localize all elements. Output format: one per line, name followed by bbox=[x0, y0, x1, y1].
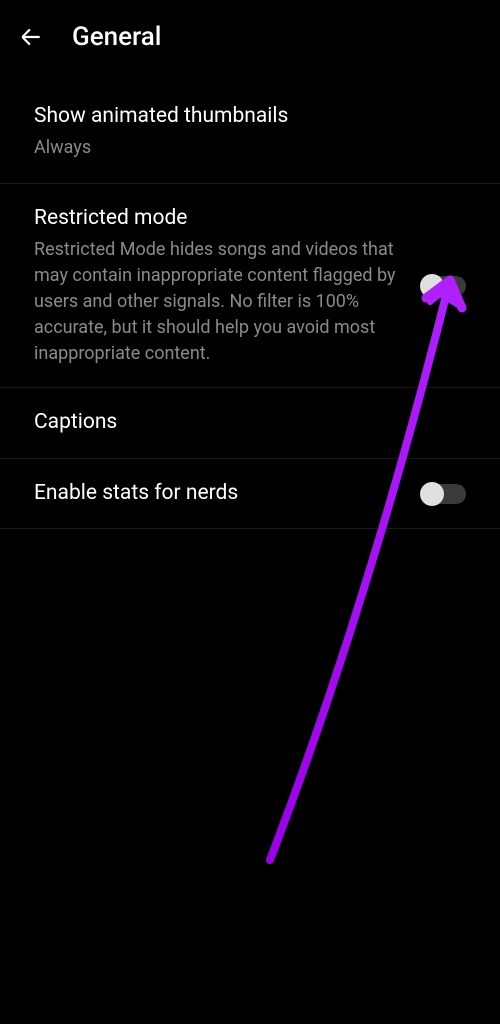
setting-description: Restricted Mode hides songs and videos t… bbox=[34, 237, 402, 367]
setting-captions[interactable]: Captions bbox=[0, 388, 500, 458]
setting-content: Captions bbox=[34, 408, 466, 437]
header: General bbox=[0, 0, 500, 74]
setting-animated-thumbnails[interactable]: Show animated thumbnails Always bbox=[0, 74, 500, 184]
back-icon[interactable] bbox=[18, 24, 44, 50]
settings-list: Show animated thumbnails Always Restrict… bbox=[0, 74, 500, 529]
setting-content: Show animated thumbnails Always bbox=[34, 102, 466, 161]
setting-content: Enable stats for nerds bbox=[34, 479, 422, 508]
restricted-mode-toggle[interactable] bbox=[422, 276, 466, 296]
setting-content: Restricted mode Restricted Mode hides so… bbox=[34, 204, 422, 368]
setting-restricted-mode[interactable]: Restricted mode Restricted Mode hides so… bbox=[0, 184, 500, 389]
setting-title: Restricted mode bbox=[34, 204, 402, 233]
toggle-thumb bbox=[420, 482, 444, 506]
stats-for-nerds-toggle[interactable] bbox=[422, 484, 466, 504]
setting-stats-for-nerds[interactable]: Enable stats for nerds bbox=[0, 459, 500, 529]
setting-subtitle: Always bbox=[34, 135, 446, 160]
page-title: General bbox=[72, 22, 161, 52]
setting-title: Enable stats for nerds bbox=[34, 479, 402, 508]
toggle-thumb bbox=[420, 274, 444, 298]
setting-title: Captions bbox=[34, 408, 446, 437]
setting-title: Show animated thumbnails bbox=[34, 102, 446, 131]
